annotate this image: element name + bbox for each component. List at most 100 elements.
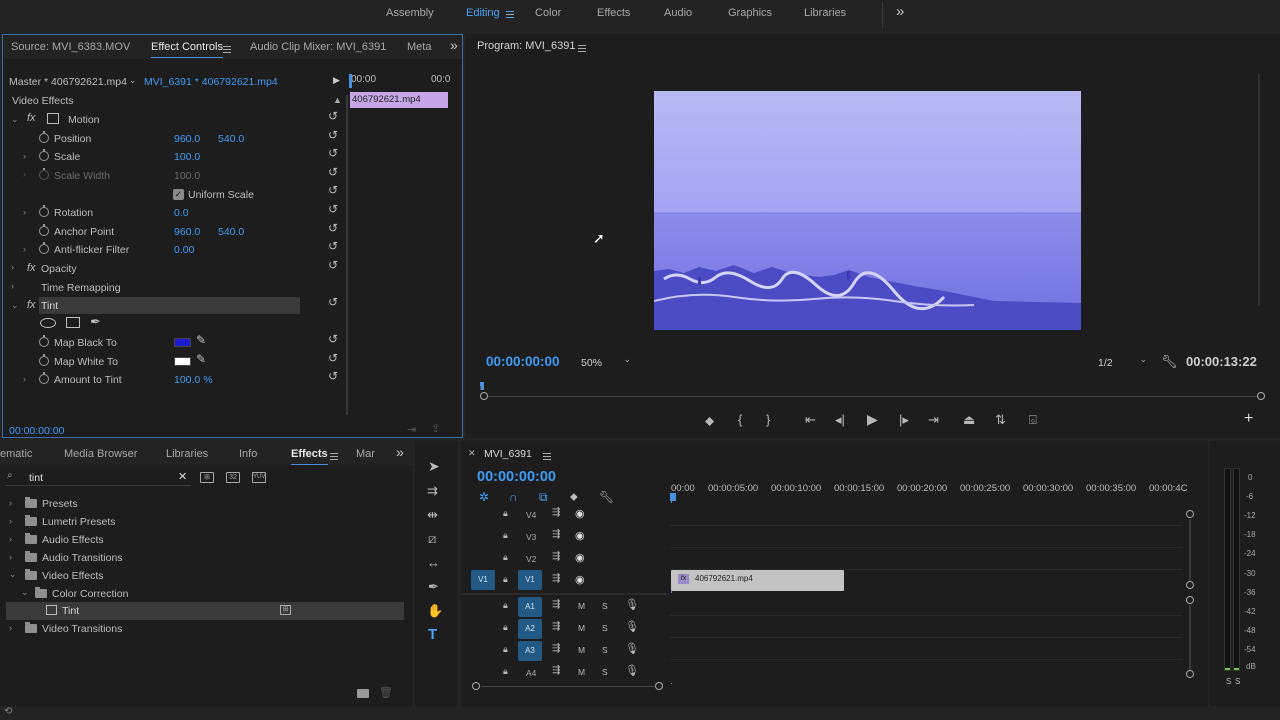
sync-lock-icon[interactable]: ⇶ xyxy=(552,573,560,584)
lift-icon[interactable]: ⏏ xyxy=(963,413,975,426)
tab-markers[interactable]: Mar xyxy=(356,448,375,460)
workspace-assembly[interactable]: Assembly xyxy=(386,7,434,19)
mute-button[interactable]: M xyxy=(578,623,585,633)
sequence-clip-label[interactable]: MVI_6391 * 406792621.mp4 xyxy=(144,76,278,88)
program-timecode[interactable]: 00:00:00:00 xyxy=(486,354,560,369)
eye-icon[interactable]: ◉ xyxy=(575,507,585,520)
fx-icon[interactable]: fx xyxy=(27,262,36,274)
razor-tool-icon[interactable]: ⧄ xyxy=(428,532,436,545)
tab-media-browser[interactable]: Media Browser xyxy=(64,448,137,460)
eye-icon[interactable]: ◉ xyxy=(575,573,585,586)
stopwatch-icon[interactable] xyxy=(39,242,49,254)
filter-icon[interactable]: ⇥ xyxy=(407,423,416,436)
workspace-menu-icon[interactable] xyxy=(506,11,514,18)
position-x-value[interactable]: 960.0 xyxy=(174,133,200,145)
delete-icon[interactable]: 🗑︎ xyxy=(379,686,393,699)
lock-icon[interactable]: 🔒︎ xyxy=(503,574,508,585)
eyedropper-icon[interactable]: ✎ xyxy=(196,333,206,347)
lock-icon[interactable]: 🔒︎ xyxy=(503,600,508,611)
workspace-audio[interactable]: Audio xyxy=(664,7,692,19)
stopwatch-icon[interactable] xyxy=(39,149,49,161)
track-area-video[interactable]: fx 406792621.mp4 xyxy=(670,503,1182,591)
reset-icon[interactable]: ↺ xyxy=(328,109,338,123)
status-icon[interactable]: ⟲ xyxy=(4,706,12,717)
workspace-libraries[interactable]: Libraries xyxy=(804,7,846,19)
yuv-effects-icon[interactable]: YUV xyxy=(252,472,266,483)
reset-icon[interactable]: ↺ xyxy=(328,221,338,235)
timeline-timecode[interactable]: 00:00:00:00 xyxy=(477,469,556,485)
slip-tool-icon[interactable]: ↔ xyxy=(427,556,440,569)
add-button-icon[interactable]: + xyxy=(1244,411,1253,427)
tab-source[interactable]: Source: MVI_6383.MOV xyxy=(11,41,130,53)
uniform-scale-checkbox[interactable]: ✓ xyxy=(173,189,184,200)
antiflicker-expand-icon[interactable]: › xyxy=(23,244,26,254)
lock-icon[interactable]: 🔒︎ xyxy=(503,508,508,519)
effects-more-icon[interactable]: » xyxy=(396,444,404,460)
scrub-handle-left[interactable] xyxy=(480,392,488,400)
tint-row-highlight[interactable] xyxy=(39,297,300,314)
source-patch-v1[interactable]: V1 xyxy=(471,570,495,590)
opacity-expand-icon[interactable]: › xyxy=(11,262,14,272)
zoom-select[interactable]: 50% ⌄ xyxy=(576,354,634,370)
extract-icon[interactable]: ⇅ xyxy=(995,413,1006,426)
mute-button[interactable]: M xyxy=(578,601,585,611)
v-scroll-handle[interactable] xyxy=(1186,596,1194,604)
h-scroll-handle-right[interactable] xyxy=(655,682,663,690)
fx-icon[interactable]: fx xyxy=(27,112,36,124)
mute-button[interactable]: M xyxy=(578,645,585,655)
panel-menu-icon[interactable] xyxy=(223,46,231,53)
effects-search-box[interactable]: ⌕ tint ✕ xyxy=(5,470,191,486)
ec-timecode[interactable]: 00:00:00:00 xyxy=(9,425,64,437)
h-scroll-handle-left[interactable] xyxy=(472,682,480,690)
transform-icon[interactable] xyxy=(47,113,59,124)
timeline-settings-wrench-icon[interactable]: 🔧︎ xyxy=(599,490,614,504)
solo-button[interactable]: S xyxy=(602,601,608,611)
workspace-editing[interactable]: Editing xyxy=(466,7,500,19)
tree-item-presets[interactable]: › Presets xyxy=(0,495,404,513)
sync-lock-icon[interactable]: ⇶ xyxy=(552,551,560,562)
play-triangle-icon[interactable]: ▶ xyxy=(333,75,340,86)
meter-solo-left[interactable]: S xyxy=(1226,677,1231,686)
solo-button[interactable]: S xyxy=(602,645,608,655)
microphone-icon[interactable]: 🎙︎ xyxy=(625,642,639,655)
program-scrollbar[interactable] xyxy=(1258,74,1260,306)
tree-item-color-correction[interactable]: ⌄ Color Correction xyxy=(0,585,404,603)
track-target-a3[interactable]: A3 xyxy=(518,641,542,661)
sequence-menu-icon[interactable] xyxy=(543,453,551,460)
tab-info[interactable]: Info xyxy=(239,448,257,460)
tab-cinematic[interactable]: ematic xyxy=(0,448,32,460)
amount-value[interactable]: 100.0 % xyxy=(174,374,213,386)
v-scroll-track[interactable] xyxy=(1189,519,1191,581)
panel-more-icon[interactable]: » xyxy=(450,37,458,53)
hand-tool-icon[interactable]: ✋ xyxy=(427,604,443,617)
amount-expand-icon[interactable]: › xyxy=(23,374,26,384)
pen-tool-icon[interactable]: ✒ xyxy=(428,580,439,593)
stopwatch-icon[interactable] xyxy=(39,354,49,366)
add-marker-icon[interactable]: ⬥ xyxy=(705,414,714,427)
stopwatch-icon[interactable] xyxy=(39,335,49,347)
track-select-tool-icon[interactable]: ⇉ xyxy=(427,484,438,497)
close-sequence-icon[interactable]: ✕ xyxy=(468,448,476,459)
meter-solo-right[interactable]: S xyxy=(1235,677,1240,686)
reset-icon[interactable]: ↺ xyxy=(328,239,338,253)
effects-menu-icon[interactable] xyxy=(330,453,338,460)
expand-icon[interactable]: › xyxy=(9,623,12,633)
tab-effects[interactable]: Effects xyxy=(291,448,328,465)
track-target-v1[interactable]: V1 xyxy=(518,570,542,590)
sync-lock-icon[interactable]: ⇶ xyxy=(552,621,560,632)
scale-expand-icon[interactable]: › xyxy=(23,151,26,161)
go-to-out-icon[interactable]: ⇥ xyxy=(928,413,939,426)
section-scroll-up-icon[interactable]: ▲ xyxy=(333,95,342,105)
microphone-icon[interactable]: 🎙︎ xyxy=(625,620,639,633)
stopwatch-icon[interactable] xyxy=(39,224,49,236)
scrub-handle-right[interactable] xyxy=(1257,392,1265,400)
reset-icon[interactable]: ↺ xyxy=(328,258,338,272)
expand-icon[interactable]: › xyxy=(9,534,12,544)
ripple-edit-tool-icon[interactable]: ⇹ xyxy=(427,508,438,521)
track-area-audio[interactable] xyxy=(670,593,1182,683)
tree-item-tint[interactable]: Tint ⊞ xyxy=(6,602,404,620)
reset-icon[interactable]: ↺ xyxy=(328,202,338,216)
reset-icon[interactable]: ↺ xyxy=(328,351,338,365)
export-icon[interactable]: ⇪ xyxy=(431,422,440,435)
sync-lock-icon[interactable]: ⇶ xyxy=(552,529,560,540)
